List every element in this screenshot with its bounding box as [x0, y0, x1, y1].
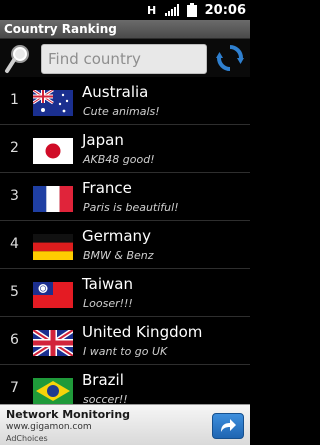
rank-number: 1: [10, 92, 19, 108]
uk-flag-icon: [33, 330, 73, 356]
country-name: Brazil: [82, 371, 124, 389]
h-network-icon: H: [145, 3, 159, 17]
svg-text:H: H: [147, 4, 156, 16]
country-name: France: [82, 179, 132, 197]
france-flag-icon: [33, 186, 73, 212]
rank-number: 5: [10, 284, 19, 300]
country-comment: Cute animals!: [83, 105, 160, 118]
country-comment: AKB48 good!: [83, 153, 155, 166]
country-row[interactable]: 1 Australia Cute animals!: [0, 77, 250, 125]
country-name: Germany: [82, 227, 151, 245]
rank-number: 3: [10, 188, 19, 204]
status-time: 20:06: [204, 2, 246, 18]
country-comment: Looser!!!: [83, 297, 133, 310]
country-name: Taiwan: [82, 275, 134, 293]
rank-number: 6: [10, 332, 19, 348]
share-arrow-icon: [221, 419, 236, 432]
country-row[interactable]: 5 Taiwan Looser!!!: [0, 269, 250, 317]
country-name: Japan: [82, 131, 124, 149]
country-row[interactable]: 4 Germany BMW & Benz: [0, 221, 250, 269]
refresh-icon[interactable]: [216, 44, 244, 72]
battery-icon: [185, 3, 199, 17]
rank-number: 2: [10, 140, 19, 156]
country-comment: BMW & Benz: [83, 249, 154, 262]
country-comment: soccer!!: [83, 393, 128, 404]
country-list: 1 Australia Cute animals! 2 Japan AKB48 …: [0, 77, 250, 404]
country-comment: I want to go UK: [83, 345, 168, 358]
app-title: Country Ranking: [4, 22, 117, 36]
country-row[interactable]: 7 Brazil soccer!!: [0, 365, 250, 404]
country-name: United Kingdom: [82, 323, 203, 341]
search-row: [0, 39, 250, 77]
country-row[interactable]: 6 United Kingdom I want to go UK: [0, 317, 250, 365]
rank-number: 4: [10, 236, 19, 252]
brazil-flag-icon: [33, 378, 73, 404]
ad-choices-label[interactable]: AdChoices: [6, 434, 48, 443]
signal-icon: [164, 3, 179, 17]
australia-flag-icon: [33, 90, 73, 116]
country-row[interactable]: 2 Japan AKB48 good!: [0, 125, 250, 173]
ad-title: Network Monitoring: [6, 408, 131, 421]
search-icon[interactable]: [4, 44, 32, 74]
ad-url: www.gigamon.com: [6, 422, 92, 432]
status-bar: H 20:06: [0, 0, 250, 20]
taiwan-flag-icon: [33, 282, 73, 308]
ad-open-button[interactable]: [212, 413, 244, 439]
country-comment: Paris is beautiful!: [83, 201, 179, 214]
country-name: Australia: [82, 83, 149, 101]
search-input[interactable]: [41, 44, 207, 74]
rank-number: 7: [10, 380, 19, 396]
country-row[interactable]: 3 France Paris is beautiful!: [0, 173, 250, 221]
germany-flag-icon: [33, 234, 73, 260]
app-title-bar: Country Ranking: [0, 20, 250, 39]
ad-banner[interactable]: Network Monitoring www.gigamon.com AdCho…: [0, 404, 250, 445]
japan-flag-icon: [33, 138, 73, 164]
